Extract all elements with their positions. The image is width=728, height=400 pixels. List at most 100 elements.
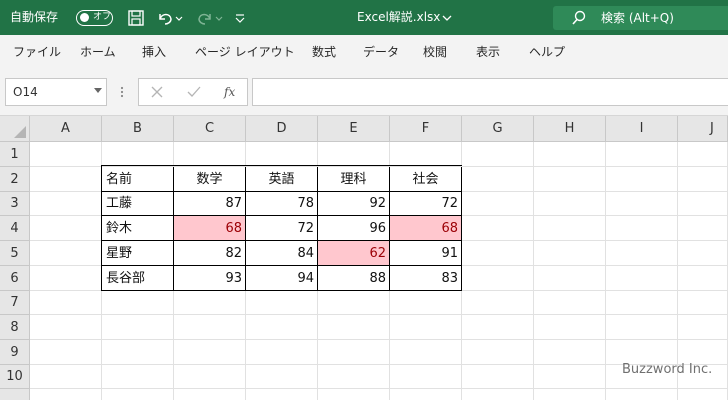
grid-cell[interactable]: [30, 192, 102, 216]
row-header-2[interactable]: 2: [0, 167, 30, 192]
grid-cell[interactable]: [462, 192, 534, 216]
grid-cell[interactable]: [30, 389, 102, 400]
enter-icon[interactable]: [187, 86, 201, 98]
grid-cell[interactable]: [246, 389, 318, 400]
table-name-cell[interactable]: 鈴木: [102, 216, 174, 241]
column-header-g[interactable]: G: [462, 116, 534, 142]
search-box[interactable]: 検索 (Alt+Q): [553, 6, 728, 30]
grid-cell[interactable]: [462, 241, 534, 266]
grid-cell[interactable]: [534, 291, 606, 315]
grid-cell[interactable]: [246, 340, 318, 365]
column-header-i[interactable]: I: [606, 116, 678, 142]
grid-cell[interactable]: [606, 216, 678, 241]
grid-cell[interactable]: [102, 142, 174, 167]
grid-cell[interactable]: [462, 365, 534, 389]
table-header-cell[interactable]: 社会: [390, 167, 462, 192]
table-score-cell[interactable]: 91: [390, 241, 462, 266]
grid-cell[interactable]: [606, 315, 678, 340]
grid-cell[interactable]: [462, 291, 534, 315]
grid-cell[interactable]: [102, 365, 174, 389]
grid-cell[interactable]: [534, 167, 606, 192]
grid-cell[interactable]: [102, 291, 174, 315]
table-score-cell[interactable]: 93: [174, 266, 246, 291]
grid-cell[interactable]: [30, 365, 102, 389]
grid-cell[interactable]: [30, 291, 102, 315]
row-header-9[interactable]: 9: [0, 340, 30, 365]
row-header-7[interactable]: 7: [0, 291, 30, 315]
table-score-cell[interactable]: 84: [246, 241, 318, 266]
autosave-toggle[interactable]: オフ: [76, 10, 113, 26]
grid-cell[interactable]: [606, 142, 678, 167]
insert-function-button[interactable]: fx: [224, 79, 235, 105]
tab-insert[interactable]: 挿入: [142, 35, 166, 69]
grid-cell[interactable]: [462, 389, 534, 400]
grid-cell[interactable]: [678, 167, 728, 192]
grid-cell[interactable]: [462, 216, 534, 241]
grid-cell[interactable]: [390, 315, 462, 340]
grid-cell[interactable]: [678, 266, 728, 291]
grid-cell[interactable]: [606, 291, 678, 315]
column-header-a[interactable]: A: [30, 116, 102, 142]
grid-cell[interactable]: [534, 142, 606, 167]
grid-cell[interactable]: [102, 389, 174, 400]
name-box[interactable]: O14: [5, 78, 107, 106]
tab-home[interactable]: ホーム: [80, 35, 116, 69]
row-header-3[interactable]: 3: [0, 192, 30, 216]
table-score-cell-highlighted[interactable]: 68: [174, 216, 246, 241]
grid-cell[interactable]: [534, 216, 606, 241]
column-header-h[interactable]: H: [534, 116, 606, 142]
grid-cell[interactable]: [318, 291, 390, 315]
tab-formulas[interactable]: 数式: [312, 35, 336, 69]
tab-help[interactable]: ヘルプ: [529, 35, 565, 69]
row-header-11[interactable]: [0, 389, 30, 400]
undo-icon[interactable]: [155, 8, 175, 28]
grid-cell[interactable]: [30, 241, 102, 266]
column-header-c[interactable]: C: [174, 116, 246, 142]
grid-cell[interactable]: [318, 315, 390, 340]
grid-cell[interactable]: [390, 340, 462, 365]
grid-cell[interactable]: [462, 315, 534, 340]
grid-cell[interactable]: [606, 389, 678, 400]
redo-icon[interactable]: [195, 8, 215, 28]
grid-cell[interactable]: [606, 192, 678, 216]
table-score-cell[interactable]: 72: [390, 192, 462, 216]
grid-cell[interactable]: [390, 142, 462, 167]
grid-cell[interactable]: [534, 389, 606, 400]
grid-cell[interactable]: [30, 216, 102, 241]
grid-cell[interactable]: [174, 389, 246, 400]
tab-page-layout[interactable]: ページ レイアウト: [195, 35, 295, 69]
grid-cell[interactable]: [678, 241, 728, 266]
table-name-cell[interactable]: 工藤: [102, 192, 174, 216]
grid-cell[interactable]: [678, 315, 728, 340]
column-header-e[interactable]: E: [318, 116, 390, 142]
grid-cell[interactable]: [534, 266, 606, 291]
grid-cell[interactable]: [318, 340, 390, 365]
select-all-corner[interactable]: [0, 116, 30, 142]
grid-cell[interactable]: [534, 241, 606, 266]
grid-cell[interactable]: [534, 315, 606, 340]
grid-cell[interactable]: [102, 315, 174, 340]
row-header-10[interactable]: 10: [0, 365, 30, 389]
row-header-1[interactable]: 1: [0, 142, 30, 167]
table-header-cell[interactable]: 理科: [318, 167, 390, 192]
save-icon[interactable]: [126, 8, 146, 28]
row-header-5[interactable]: 5: [0, 241, 30, 266]
grid-cell[interactable]: [246, 315, 318, 340]
grid-cell[interactable]: [246, 291, 318, 315]
table-header-cell[interactable]: 名前: [102, 167, 174, 192]
name-box-dropdown-icon[interactable]: [94, 88, 102, 93]
grid-cell[interactable]: [174, 365, 246, 389]
tab-file[interactable]: ファイル: [13, 35, 61, 69]
grid-cell[interactable]: [390, 365, 462, 389]
grid-cell[interactable]: [678, 389, 728, 400]
table-header-cell[interactable]: 英語: [246, 167, 318, 192]
grid-cell[interactable]: [174, 340, 246, 365]
customize-toolbar-icon[interactable]: [233, 8, 247, 28]
tab-data[interactable]: データ: [363, 35, 399, 69]
grid-cell[interactable]: [246, 365, 318, 389]
grid-cell[interactable]: [174, 142, 246, 167]
column-header-d[interactable]: D: [246, 116, 318, 142]
grid-cell[interactable]: [30, 266, 102, 291]
table-name-cell[interactable]: 長谷部: [102, 266, 174, 291]
grid-cell[interactable]: [30, 315, 102, 340]
